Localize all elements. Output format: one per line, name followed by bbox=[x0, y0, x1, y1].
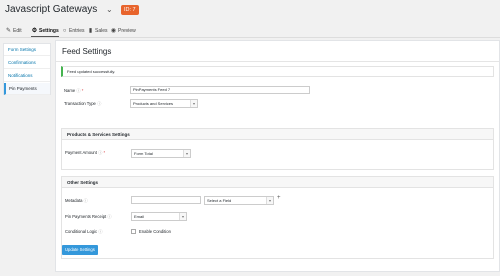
enable-condition-checkbox[interactable] bbox=[131, 229, 136, 234]
tab-edit[interactable]: ✎ Edit bbox=[5, 25, 22, 37]
sidebar-item-pin-payments[interactable]: Pin Payments bbox=[4, 83, 50, 95]
payment-amount-label: Payment Amount ⓘ * bbox=[65, 150, 106, 155]
bar-chart-icon: ▮ bbox=[88, 28, 93, 34]
pencil-icon: ✎ bbox=[5, 28, 12, 34]
name-label: Name ⓘ * bbox=[64, 88, 84, 93]
sidebar-item-form-settings[interactable]: Form Settings bbox=[4, 44, 50, 56]
form-tabs: ✎ Edit ⚙ Settings ○ Entries ▮ Sales ◉ Preview bbox=[0, 25, 500, 37]
receipt-label: Pin Payments Receipt ⓘ bbox=[65, 214, 112, 219]
required-asterisk: * bbox=[81, 88, 84, 93]
tabs-divider bbox=[0, 37, 500, 38]
tab-sales[interactable]: ▮ Sales bbox=[87, 25, 108, 37]
chevron-down-icon[interactable]: ⌄ bbox=[106, 5, 113, 14]
products-services-section: Products & Services Settings Payment Amo… bbox=[61, 128, 494, 170]
chevron-down-icon: ▾ bbox=[183, 150, 190, 157]
help-icon: ⓘ bbox=[97, 101, 102, 106]
chevron-down-icon: ▾ bbox=[266, 197, 273, 204]
form-id-badge: ID: 7 bbox=[121, 5, 139, 15]
help-icon: ⓘ bbox=[107, 214, 112, 219]
top-bar: Javascript Gateways ⌄ ID: 7 bbox=[0, 0, 500, 22]
help-icon: ⓘ bbox=[98, 229, 103, 234]
section-heading: Products & Services Settings bbox=[62, 129, 493, 140]
transaction-type-select[interactable]: Products and Services ▾ bbox=[130, 99, 198, 108]
transaction-type-label: Transaction Type ⓘ bbox=[64, 101, 102, 106]
feed-settings-panel: Feed Settings Feed updated successfully.… bbox=[55, 40, 500, 272]
sidebar-item-confirmations[interactable]: Confirmations bbox=[4, 57, 50, 69]
success-notice: Feed updated successfully. bbox=[61, 66, 494, 77]
other-settings-section: Other Settings Metadata ⓘ Select a Field… bbox=[61, 176, 494, 259]
help-icon: ⓘ bbox=[98, 150, 103, 155]
metadata-key-input[interactable] bbox=[131, 196, 201, 204]
sidebar-item-notifications[interactable]: Notifications bbox=[4, 70, 50, 82]
required-asterisk: * bbox=[103, 150, 106, 155]
comment-icon: ○ bbox=[62, 28, 67, 34]
chevron-down-icon: ▾ bbox=[179, 213, 186, 220]
add-metadata-icon[interactable]: + bbox=[277, 195, 281, 201]
settings-sidebar: Form Settings Confirmations Notification… bbox=[3, 43, 51, 95]
section-heading: Other Settings bbox=[62, 177, 493, 188]
payment-amount-select[interactable]: Form Total ▾ bbox=[131, 149, 191, 158]
chevron-down-icon: ▾ bbox=[190, 100, 197, 107]
help-icon: ⓘ bbox=[76, 88, 81, 93]
eye-icon: ◉ bbox=[110, 28, 117, 34]
metadata-label: Metadata ⓘ bbox=[65, 198, 88, 203]
update-settings-button[interactable]: Update Settings bbox=[62, 245, 98, 255]
enable-condition-label: Enable Condition bbox=[139, 229, 171, 234]
receipt-select[interactable]: Email ▾ bbox=[131, 212, 187, 221]
tab-entries[interactable]: ○ Entries bbox=[61, 25, 85, 37]
name-input[interactable]: PinPayments Feed 7 bbox=[130, 86, 310, 94]
gear-icon: ⚙ bbox=[31, 28, 38, 34]
form-title[interactable]: Javascript Gateways bbox=[5, 4, 97, 15]
conditional-logic-label: Conditional Logic ⓘ bbox=[65, 229, 103, 234]
tab-settings[interactable]: ⚙ Settings bbox=[31, 25, 59, 37]
metadata-field-select[interactable]: Select a Field ▾ bbox=[204, 196, 274, 205]
title-divider bbox=[56, 61, 499, 62]
help-icon: ⓘ bbox=[83, 198, 88, 203]
tab-preview[interactable]: ◉ Preview bbox=[110, 25, 136, 37]
page-title: Feed Settings bbox=[62, 47, 112, 56]
